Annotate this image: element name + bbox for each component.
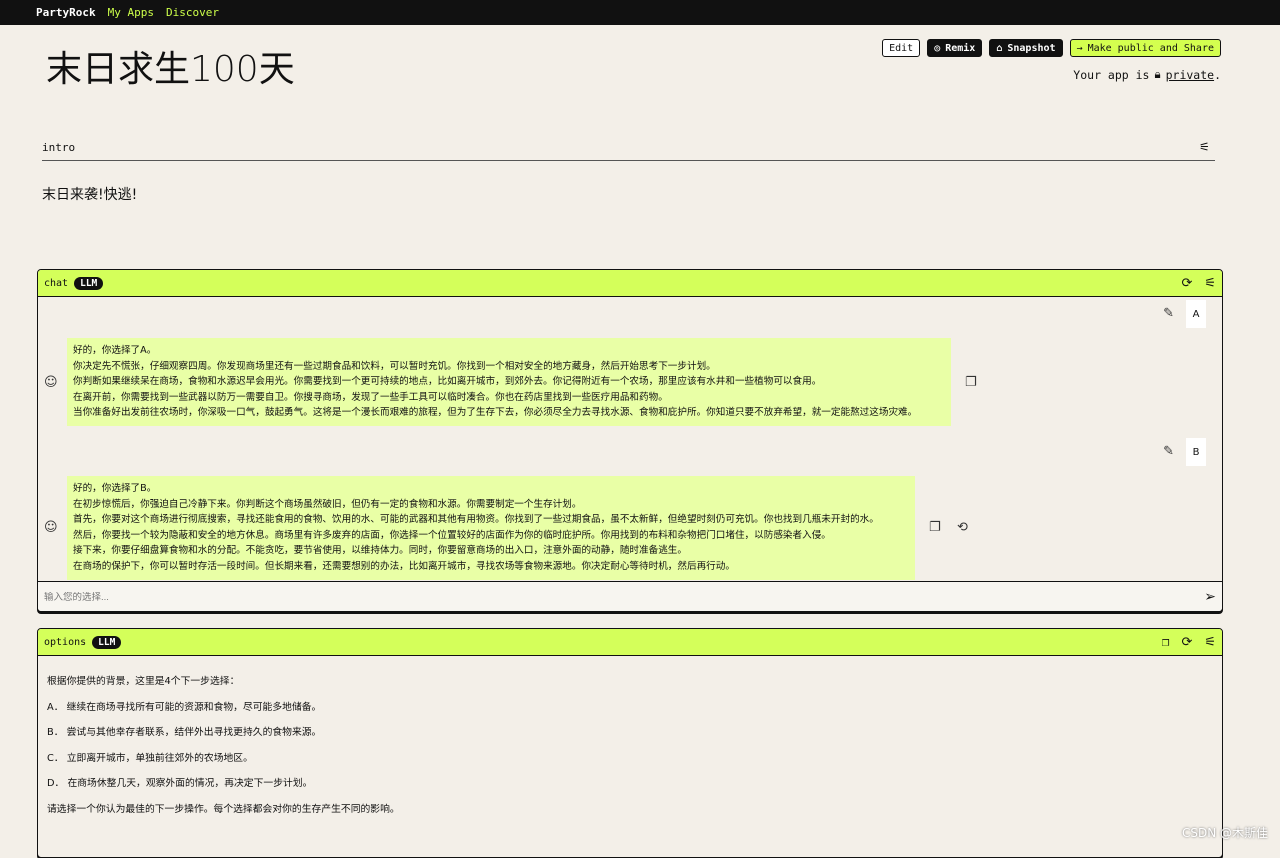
nav-my-apps[interactable]: My Apps — [108, 6, 154, 19]
remix-label: Remix — [945, 42, 976, 54]
lock-icon: 🔒︎ — [1154, 67, 1161, 81]
remix-button[interactable]: ◎ Remix — [927, 39, 983, 57]
options-label: options — [44, 636, 87, 648]
chat-widget: chat LLM ⟳ ⚟ ✎ A ☺ 好的，你选择了A。 你决定先不慌张，仔细观察… — [37, 269, 1223, 612]
options-output: 根据你提供的背景，这里是4个下一步选择： A． 继续在商场寻找所有可能的资源和食… — [38, 656, 1222, 849]
chat-input[interactable] — [44, 591, 1205, 603]
send-icon[interactable]: ➢ — [1204, 589, 1216, 605]
privacy-suffix: . — [1214, 67, 1221, 82]
message-line: 你决定先不慌张，仔细观察四周。你发现商场里还有一些过期食品和饮料，可以暂时充饥。… — [73, 360, 716, 372]
snapshot-label: Snapshot — [1007, 42, 1056, 54]
regenerate-icon[interactable]: ⟲ — [957, 520, 968, 535]
message-line: 然后，你要找一个较为隐蔽和安全的地方休息。商场里有许多废弃的店面，你选择一个位置… — [73, 529, 831, 541]
options-widget: options LLM ❐ ⟳ ⚟ 根据你提供的背景，这里是4个下一步选择： A． … — [37, 628, 1223, 858]
chat-header: chat LLM ⟳ ⚟ — [38, 270, 1222, 297]
smile-icon: ☺ — [44, 520, 58, 535]
privacy-status: Your app is 🔒︎ private. — [1073, 67, 1221, 82]
partyrock-logo[interactable]: PartyRock — [36, 6, 96, 19]
message-line: 当你准备好出发前往农场时，你深吸一口气，鼓起勇气。这将是一个漫长而艰难的旅程，但… — [73, 407, 918, 419]
top-nav: PartyRock My Apps Discover — [0, 0, 1280, 25]
chat-message: 好的，你选择了B。 在初步惊慌后，你强迫自己冷静下来。你判断这个商场虽然破旧，但… — [67, 476, 915, 580]
regenerate-icon[interactable]: ⟳ — [1181, 276, 1192, 291]
divider — [42, 160, 1215, 161]
options-line: B． 尝试与其他幸存者联系，结伴外出寻找更持久的食物来源。 — [47, 727, 322, 738]
intro-text: 末日来袭!快逃! — [42, 187, 138, 203]
message-line: 好的，你选择了A。 — [73, 345, 157, 356]
copy-icon[interactable]: ❐ — [1162, 635, 1170, 650]
app-actions: Edit ◎ Remix ⌂ Snapshot → Make public and S… — [882, 39, 1221, 57]
intro-label: intro — [42, 141, 76, 154]
settings-sliders-icon[interactable]: ⚟ — [1199, 140, 1210, 154]
share-button[interactable]: → Make public and Share — [1069, 39, 1221, 57]
chat-messages[interactable]: ✎ A ☺ 好的，你选择了A。 你决定先不慌张，仔细观察四周。你发现商场里还有一… — [38, 297, 1222, 581]
page-title: 末日求生100天 — [46, 49, 295, 90]
regenerate-icon[interactable]: ⟳ — [1181, 635, 1192, 650]
copy-icon[interactable]: ❐ — [929, 520, 941, 535]
watermark: CSDN @木斯佳 — [1181, 826, 1268, 840]
message-line: 你判断如果继续呆在商场，食物和水源迟早会用光。你需要找到一个更可持续的地点，比如… — [73, 376, 822, 388]
message-line: 首先，你要对这个商场进行彻底搜索，寻找还能食用的食物、饮用的水、可能的武器和其他… — [73, 514, 879, 526]
edit-button[interactable]: Edit — [882, 39, 921, 57]
settings-sliders-icon[interactable]: ⚟ — [1204, 635, 1216, 650]
options-line: A． 继续在商场寻找所有可能的资源和食物，尽可能多地储备。 — [47, 701, 322, 713]
chat-message: 好的，你选择了A。 你决定先不慌张，仔细观察四周。你发现商场里还有一些过期食品和… — [67, 338, 951, 426]
message-line: 接下来，你要仔细盘算食物和水的分配。不能贪吃，要节省使用，以维持体力。同时，你要… — [73, 545, 687, 557]
share-label: Make public and Share — [1087, 42, 1214, 54]
message-line: 在初步惊慌后，你强迫自己冷静下来。你判断这个商场虽然破旧，但仍有一定的食物和水源… — [73, 498, 582, 510]
options-line: D． 在商场休整几天，观察外面的情况，再决定下一步计划。 — [47, 778, 313, 789]
privacy-prefix: Your app is — [1073, 67, 1150, 82]
settings-sliders-icon[interactable]: ⚟ — [1204, 276, 1216, 291]
message-label: B — [1186, 438, 1206, 466]
edit-icon[interactable]: ✎ — [1163, 444, 1174, 459]
nav-discover[interactable]: Discover — [166, 6, 219, 19]
edit-icon[interactable]: ✎ — [1163, 306, 1174, 321]
options-line: 根据你提供的背景，这里是4个下一步选择： — [47, 676, 240, 687]
privacy-link[interactable]: private — [1166, 68, 1214, 82]
chat-input-row: ➢ — [38, 581, 1222, 611]
copy-icon[interactable]: ❐ — [965, 375, 977, 390]
message-line: 在离开前，你需要找到一些武器以防万一需要自卫。你搜寻商场，发现了一些手工具可以临… — [73, 391, 668, 403]
options-header: options LLM ❐ ⟳ ⚟ — [38, 629, 1222, 656]
edit-label: Edit — [889, 42, 914, 54]
remix-icon: ◎ — [934, 42, 941, 54]
options-line: 请选择一个你认为最佳的下一步操作。每个选择都会对你的生存产生不同的影响。 — [47, 803, 400, 815]
chat-label: chat — [44, 277, 69, 289]
camera-icon: ⌂ — [996, 42, 1003, 54]
smile-icon: ☺ — [44, 375, 58, 390]
snapshot-button[interactable]: ⌂ Snapshot — [989, 39, 1063, 57]
message-label: A — [1186, 300, 1206, 328]
message-line: 在商场的保护下，你可以暂时存活一段时间。但长期来看，还需要想别的办法，比如离开城… — [73, 560, 735, 572]
llm-badge: LLM — [92, 635, 122, 649]
options-line: C． 立即离开城市，单独前往郊外的农场地区。 — [47, 752, 253, 764]
arrow-right-icon: → — [1076, 42, 1083, 54]
llm-badge: LLM — [74, 276, 104, 290]
message-line: 好的，你选择了B。 — [73, 483, 157, 494]
